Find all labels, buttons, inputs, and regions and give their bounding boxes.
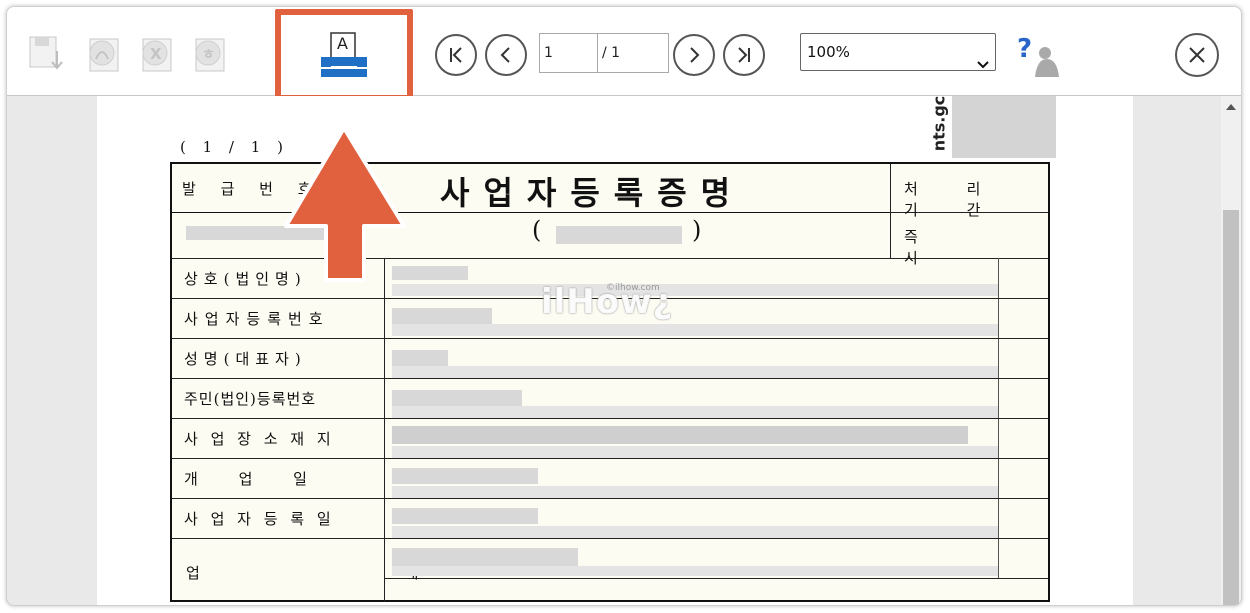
zoom-value: 100% (807, 43, 850, 61)
watermark-small-text: ©ilhow.com (606, 283, 660, 293)
row-label-representative: 성명(대표자) (184, 350, 307, 368)
prev-page-button[interactable] (485, 34, 527, 76)
row-label-registration-date: 사 업 자 등 록 일 (184, 510, 335, 528)
chevron-down-icon (977, 47, 989, 83)
row-label-business-number: 사업자등록번호 (184, 310, 330, 328)
value-registration-date-blurred (392, 508, 538, 524)
side-url-text: nts.gc (929, 95, 949, 152)
pdf-icon[interactable] (84, 33, 122, 77)
value-row-shade (392, 566, 998, 576)
document-title: 사업자등록증명 (440, 174, 745, 212)
vertical-scrollbar[interactable] (1221, 96, 1241, 605)
next-page-button[interactable] (673, 34, 715, 76)
row-label-resident-number: 주민(법인)등록번호 (184, 390, 317, 408)
row-label-opening-date: 개 업 일 (184, 470, 325, 488)
value-opening-date-blurred (392, 468, 538, 484)
title-paren-open: ( (532, 216, 542, 244)
row-label-business-address: 사 업 장 소 재 지 (184, 430, 335, 448)
value-representative-blurred (392, 350, 448, 366)
page-indicator: ( 1 / 1 ) (180, 138, 289, 156)
value-address-blurred (392, 426, 968, 444)
value-row-shade (392, 446, 998, 458)
value-row-shade (392, 526, 998, 538)
print-highlight-box (275, 9, 413, 101)
scroll-up-icon[interactable] (1221, 100, 1241, 114)
value-row-shade (392, 284, 998, 296)
value-row-shade (392, 366, 998, 378)
value-row-shade (392, 486, 998, 498)
value-row-shade (392, 324, 998, 336)
first-page-icon (450, 47, 462, 63)
help-icon[interactable]: ? (1015, 31, 1065, 81)
close-button[interactable] (1175, 33, 1219, 77)
title-subtext-blurred (556, 226, 682, 244)
excel-icon[interactable]: X (137, 33, 175, 77)
side-url-stamp: nts.gc (925, 96, 955, 152)
qr-code-blurred (952, 96, 1056, 158)
processing-period-value: 즉 시 (904, 228, 1018, 267)
svg-text:?: ? (1017, 34, 1032, 64)
hwp-icon[interactable]: ㅎ (190, 33, 228, 77)
save-icon[interactable] (27, 33, 65, 77)
value-resident-number-blurred (392, 390, 522, 406)
zoom-select[interactable]: 100% (800, 33, 996, 71)
scrollbar-thumb[interactable] (1223, 210, 1239, 605)
value-business-type-blurred (392, 548, 578, 566)
svg-text:ㅎ: ㅎ (202, 47, 215, 63)
processing-period-label: 처 리 기 간 (904, 180, 1003, 219)
prev-page-icon (500, 47, 510, 63)
last-page-icon (738, 47, 750, 63)
value-business-number-blurred (392, 308, 492, 324)
close-icon (1189, 47, 1205, 63)
toolbar: X ㅎ A 1 / 1 100% ? (7, 7, 1241, 101)
next-page-icon (690, 47, 700, 63)
value-row-shade (392, 406, 998, 418)
first-page-button[interactable] (435, 34, 477, 76)
page-number-box: 1 / 1 (539, 33, 669, 73)
total-pages-label: / 1 (602, 45, 621, 61)
current-page-input[interactable]: 1 (540, 34, 598, 72)
annotation-arrow-up (280, 124, 410, 288)
svg-text:X: X (150, 45, 162, 63)
title-paren-close: ) (692, 216, 702, 244)
last-page-button[interactable] (723, 34, 765, 76)
